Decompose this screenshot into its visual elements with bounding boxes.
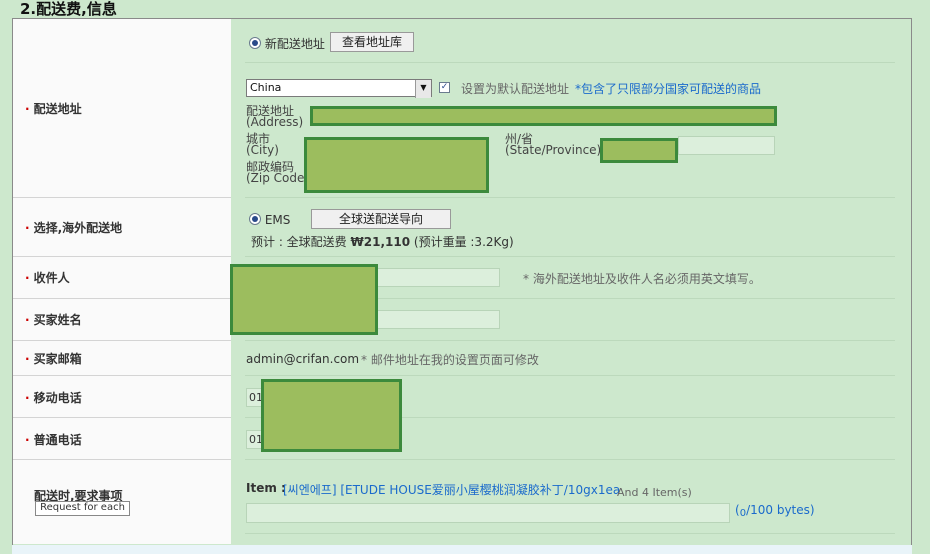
- city-label: 城市 (City): [246, 132, 279, 157]
- row-divider: [13, 375, 231, 376]
- item-label: Item :: [246, 481, 286, 495]
- view-address-book-button[interactable]: 查看地址库: [330, 32, 414, 52]
- row-divider: [245, 340, 895, 341]
- buyer-name-input[interactable]: [377, 310, 500, 329]
- label-shipping-address: · 配送地址: [25, 102, 82, 116]
- request-for-each-button[interactable]: Request for each: [35, 501, 130, 516]
- row-divider: [13, 256, 231, 257]
- country-restriction-note: *包含了只限部分国家可配送的商品: [575, 82, 762, 96]
- zip-label: 邮政编码 (Zip Code): [246, 160, 310, 185]
- row-divider: [245, 375, 895, 376]
- row-divider: [13, 197, 231, 198]
- state-input[interactable]: [678, 136, 775, 155]
- byte-counter: (0/100 bytes): [735, 503, 815, 519]
- label-buyer-email: · 买家邮箱: [25, 352, 82, 366]
- label-phone: · 普通电话: [25, 433, 82, 447]
- global-shipping-guide-button[interactable]: 全球送配送导向: [311, 209, 451, 229]
- ems-option[interactable]: EMS: [249, 213, 290, 227]
- english-required-note: * 海外配送地址及收件人名必须用英文填写。: [523, 272, 761, 286]
- set-default-label: 设置为默认配送地址: [461, 82, 570, 96]
- buyer-email-value: admin@crifan.com: [246, 352, 360, 366]
- state-input-redacted[interactable]: [600, 138, 678, 163]
- label-buyer-name: · 买家姓名: [25, 313, 82, 327]
- city-zip-input-redacted[interactable]: [304, 137, 489, 193]
- row-divider: [245, 459, 895, 460]
- row-divider: [13, 340, 231, 341]
- state-label: 州/省 (State/Province): [505, 132, 602, 157]
- shipping-amount: ₩21,110: [350, 235, 411, 249]
- delivery-request-input[interactable]: [246, 503, 730, 523]
- phone-numbers-redacted[interactable]: [261, 379, 402, 452]
- email-edit-note: * 邮件地址在我的设置页面可修改: [361, 353, 539, 367]
- recipient-name-redacted[interactable]: [230, 264, 378, 335]
- address-label: 配送地址 (Address): [246, 104, 304, 129]
- label-mobile-phone: · 移动电话: [25, 391, 82, 405]
- radio-selected-icon[interactable]: [249, 213, 261, 225]
- default-address-checkbox[interactable]: ✓: [439, 82, 450, 93]
- label-overseas-destination: · 选择,海外配送地: [25, 221, 123, 235]
- field-divider: [245, 62, 895, 63]
- more-items-label: And 4 Item(s): [617, 486, 692, 499]
- country-select[interactable]: China ▼: [246, 79, 432, 98]
- new-address-option[interactable]: 新配送地址: [249, 35, 325, 52]
- shipping-estimate: 预计 : 全球配送费 ₩21,110 (预计重量 :3.2Kg): [251, 235, 514, 249]
- recipient-input[interactable]: [377, 268, 500, 287]
- row-divider: [13, 459, 231, 460]
- item-link[interactable]: [씨엔에프] [ETUDE HOUSE爱丽小屋樱桃润凝胶补丁/10gx1ea: [283, 481, 620, 498]
- label-recipient: · 收件人: [25, 271, 70, 285]
- radio-selected-icon[interactable]: [249, 37, 261, 49]
- row-divider: [13, 417, 231, 418]
- row-divider: [245, 197, 895, 198]
- bottom-bar: [12, 545, 912, 554]
- address-input-redacted[interactable]: [310, 106, 777, 126]
- row-divider: [245, 256, 895, 257]
- section-title: 2.配送费,信息: [20, 0, 117, 18]
- row-divider: [13, 298, 231, 299]
- row-divider: [245, 533, 895, 534]
- chevron-down-icon[interactable]: ▼: [415, 80, 431, 98]
